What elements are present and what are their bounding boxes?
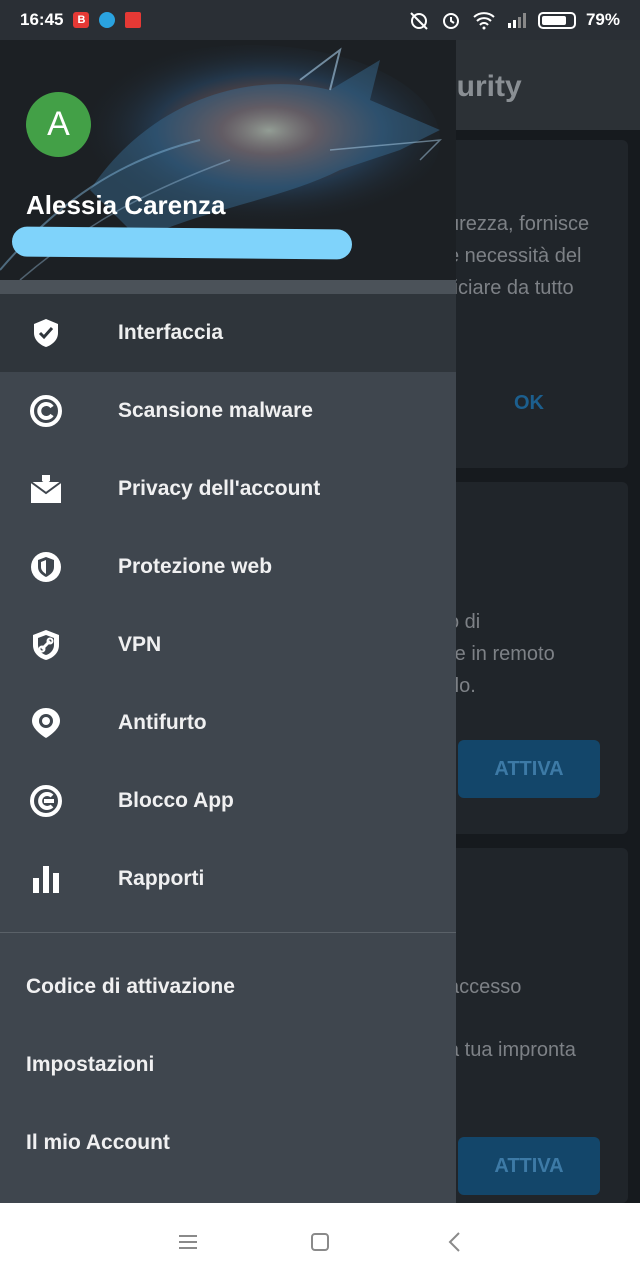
drawer-bottom-list: Codice di attivazione Impostazioni Il mi… [0, 948, 456, 1182]
menu-item-label: Scansione malware [118, 399, 313, 422]
battery-percent: 79% [585, 10, 620, 29]
background-text: urezza, fornisce [448, 213, 590, 235]
battery-fill [541, 15, 566, 25]
activate-button[interactable]: ATTIVA [458, 1137, 600, 1195]
menu-item-label: Privacy dell'account [118, 477, 321, 500]
back-icon[interactable] [440, 1227, 470, 1257]
background-card-1 [440, 140, 628, 468]
mail-privacy-icon [30, 475, 62, 503]
bar-chart-icon [33, 866, 59, 893]
drawer-divider [0, 932, 456, 933]
navigation-drawer: A Alessia Carenza Interfaccia Scansione … [0, 40, 456, 1203]
redacted-email [11, 226, 353, 260]
gmail-icon [125, 12, 142, 28]
notification-b-icon: B [73, 12, 90, 28]
signal-icon [507, 13, 526, 28]
ok-button[interactable]: OK [514, 392, 544, 415]
menu-item-codice-attivazione[interactable]: Codice di attivazione [0, 948, 456, 1026]
menu-item-rapporti[interactable]: Rapporti [0, 840, 456, 918]
menu-item-protezione-web[interactable]: Protezione web [0, 528, 456, 606]
background-text: a tua impronta [448, 1039, 576, 1061]
background-text: e necessità del [448, 245, 582, 267]
user-name: Alessia Carenza [26, 190, 226, 220]
header-separator [0, 280, 456, 294]
menu-item-label: Interfaccia [118, 321, 224, 344]
system-nav-bar [0, 1203, 640, 1280]
menu-item-label: Rapporti [118, 867, 205, 890]
alarm-icon [442, 13, 459, 29]
status-right: 79% [408, 10, 620, 30]
menu-item-label: VPN [118, 633, 162, 656]
telegram-icon [99, 12, 116, 28]
menu-item-label: Protezione web [118, 555, 273, 578]
drawer-menu: Interfaccia Scansione malware Privacy de… [0, 294, 456, 918]
app-lock-icon [30, 785, 62, 817]
alarm-off-icon [410, 12, 428, 30]
status-time: 16:45 [20, 10, 64, 29]
menu-icon[interactable] [173, 1227, 203, 1257]
menu-item-privacy-account[interactable]: Privacy dell'account [0, 450, 456, 528]
background-text: ficiare da tutto [448, 277, 574, 299]
menu-item-scansione-malware[interactable]: Scansione malware [0, 372, 456, 450]
menu-item-interfaccia[interactable]: Interfaccia [0, 294, 456, 372]
background-text: accesso [448, 976, 522, 998]
wifi-icon [473, 12, 495, 30]
location-pin-icon [32, 708, 60, 738]
shield-check-icon [34, 319, 58, 347]
home-icon[interactable] [305, 1227, 335, 1257]
background-text: re in remoto [448, 643, 555, 665]
vpn-shield-icon [33, 630, 59, 660]
menu-item-label: Antifurto [118, 711, 207, 734]
scan-icon [30, 395, 62, 427]
menu-item-vpn[interactable]: VPN [0, 606, 456, 684]
drawer-header: A Alessia Carenza [0, 40, 456, 280]
status-bar: 16:45 B 79% [0, 0, 640, 40]
menu-item-blocco-app[interactable]: Blocco App [0, 762, 456, 840]
battery-icon [537, 11, 576, 29]
menu-item-mio-account[interactable]: Il mio Account [0, 1104, 456, 1182]
menu-item-antifurto[interactable]: Antifurto [0, 684, 456, 762]
menu-item-label: Blocco App [118, 789, 234, 812]
menu-item-impostazioni[interactable]: Impostazioni [0, 1026, 456, 1104]
activate-button[interactable]: ATTIVA [458, 740, 600, 798]
avatar[interactable]: A [26, 92, 91, 157]
web-shield-icon [31, 552, 61, 582]
